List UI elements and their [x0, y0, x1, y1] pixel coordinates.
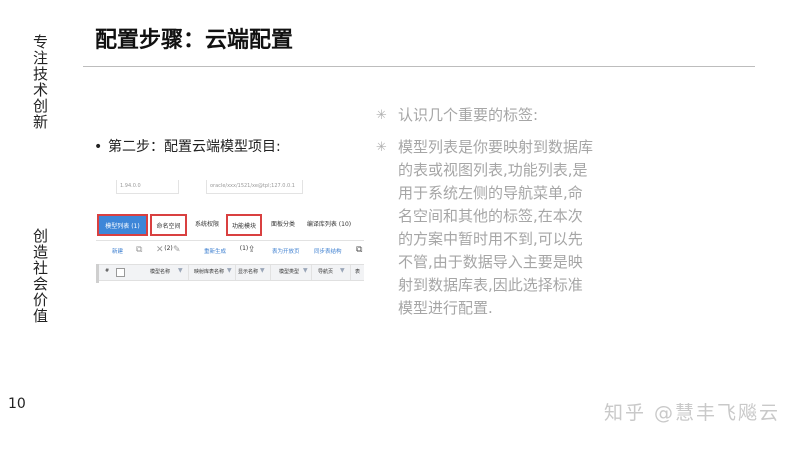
pencil-icon[interactable]: ✎ [173, 246, 181, 255]
column-navigation: 导航页 [318, 269, 334, 275]
column-divider [270, 265, 271, 280]
column-mapped-table: 映射库表名称 [194, 269, 225, 275]
step-bullet: • 第二步：配置云端模型项目: [94, 136, 281, 156]
side-slogan-top: 专注技术创新 [31, 34, 49, 130]
page-title: 配置步骤：云端配置 [95, 28, 294, 53]
cloud-config-screenshot: 1.94.0.0 oracle/xxx/1521/xe@tpl;127.0.0.… [96, 178, 364, 283]
bullet-icon: • [94, 139, 103, 155]
export-icon[interactable]: ⇪ [248, 246, 256, 255]
sync-structure-button[interactable]: 同步表结构 [314, 247, 342, 255]
filter-icon[interactable]: ▼ [178, 267, 183, 274]
form-field: oracle/xxx/1521/xe@tpl;127.0.0.1 [206, 180, 303, 194]
table-header: # 模型名称 ▼ 映射库表名称 ▼ 显示名称 ▼ 模型类型 ▼ 导航页 ▼ 表 [96, 264, 364, 281]
column-divider [188, 265, 189, 280]
note-text: 模型列表是你要映射到数据库的表或视图列表,功能列表,是用于系统左侧的导航菜单,命… [398, 138, 594, 317]
asterisk-icon: ✳ [376, 108, 387, 123]
copy-icon[interactable]: ⧉ [356, 246, 362, 255]
column-index: # [105, 268, 110, 274]
open-table-button[interactable]: 表为开放页 [272, 247, 300, 255]
note-text: 认识几个重要的标签: [398, 106, 539, 124]
column-display-name: 显示名称 [238, 269, 259, 275]
page-number: 10 [8, 396, 26, 412]
filter-icon[interactable]: ▼ [340, 267, 345, 274]
new-button[interactable]: 新建 [112, 247, 123, 255]
step-text: 第二步：配置云端模型项目: [108, 139, 281, 155]
tab-system-permission[interactable]: 系统权限 [192, 214, 222, 236]
column-model-type: 模型类型 [279, 269, 300, 275]
column-divider [350, 265, 351, 280]
note-item: ✳ 认识几个重要的标签: [376, 104, 596, 127]
toolbar: 新建 ⧉ ✕ ✎ 重新生成 ⇪ 表为开放页 同步表结构 ⧉ [96, 241, 364, 263]
copy-icon[interactable]: ⧉ [136, 246, 142, 255]
scrollbar[interactable] [96, 264, 99, 283]
filter-icon[interactable]: ▼ [227, 267, 232, 274]
close-icon[interactable]: ✕ [156, 246, 164, 255]
form-field: 1.94.0.0 [116, 180, 179, 194]
notes-list: ✳ 认识几个重要的标签: ✳ 模型列表是你要映射到数据库的表或视图列表,功能列表… [376, 104, 596, 329]
filter-icon[interactable]: ▼ [303, 267, 308, 274]
rebuild-button[interactable]: 重新生成 [204, 247, 226, 255]
side-slogan-bottom: 创造社会价值 [31, 228, 49, 324]
note-item: ✳ 模型列表是你要映射到数据库的表或视图列表,功能列表,是用于系统左侧的导航菜单… [376, 136, 596, 320]
title-divider [83, 66, 755, 67]
form-fields-row: 1.94.0.0 oracle/xxx/1521/xe@tpl;127.0.0.… [96, 178, 364, 200]
tab-namespace[interactable]: 命名空间 (2) [150, 214, 187, 252]
tab-model-list[interactable]: 模型列表 (1) [97, 214, 148, 236]
asterisk-icon: ✳ [376, 140, 387, 155]
watermark: 知乎 @慧丰飞飚云 [604, 402, 781, 424]
column-divider [235, 265, 236, 280]
filter-icon[interactable]: ▼ [260, 267, 265, 274]
tab-function-module[interactable]: 功能模块 (1) [226, 214, 262, 252]
column-table: 表 [355, 269, 361, 275]
select-all-checkbox[interactable] [116, 268, 125, 277]
column-model-name: 模型名称 [150, 269, 171, 275]
tab-compile-library[interactable]: 编译库列表 (10) [304, 214, 354, 236]
tab-bar: 模型列表 (1) 命名空间 (2) 系统权限 功能模块 (1) 面板分类 编译库… [96, 210, 364, 252]
column-divider [311, 265, 312, 280]
tab-panel-category[interactable]: 面板分类 [268, 214, 298, 236]
